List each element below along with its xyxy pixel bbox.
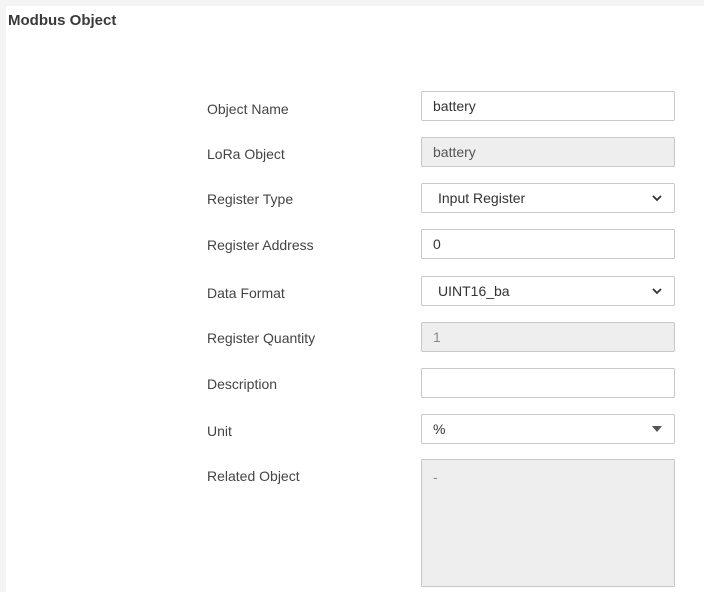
related-object-textarea: - bbox=[421, 459, 675, 587]
related-object-label: Related Object bbox=[207, 468, 300, 484]
lora-object-field bbox=[421, 137, 675, 167]
unit-select[interactable]: % bbox=[421, 414, 675, 444]
register-quantity-label: Register Quantity bbox=[207, 330, 316, 346]
lora-object-label: LoRa Object bbox=[207, 146, 285, 162]
register-type-label: Register Type bbox=[207, 191, 294, 207]
unit-value: % bbox=[433, 421, 446, 437]
chevron-down-icon bbox=[652, 288, 662, 295]
data-format-select[interactable]: UINT16_ba bbox=[421, 276, 675, 306]
caret-down-icon bbox=[652, 426, 662, 432]
description-input[interactable] bbox=[421, 368, 675, 398]
register-address-label: Register Address bbox=[207, 237, 314, 253]
register-address-input[interactable] bbox=[421, 229, 675, 259]
chevron-down-icon bbox=[652, 195, 662, 202]
section-title: Modbus Object bbox=[8, 12, 117, 29]
unit-label: Unit bbox=[207, 423, 232, 439]
object-name-input[interactable] bbox=[421, 91, 675, 121]
object-name-label: Object Name bbox=[207, 101, 289, 117]
description-label: Description bbox=[207, 376, 278, 392]
data-format-value: UINT16_ba bbox=[438, 283, 510, 299]
register-type-select[interactable]: Input Register bbox=[421, 183, 675, 213]
register-quantity-field bbox=[421, 322, 675, 352]
data-format-label: Data Format bbox=[207, 285, 285, 301]
modbus-object-panel: Modbus Object Object Name LoRa Object Re… bbox=[6, 6, 704, 592]
register-type-value: Input Register bbox=[438, 190, 526, 206]
